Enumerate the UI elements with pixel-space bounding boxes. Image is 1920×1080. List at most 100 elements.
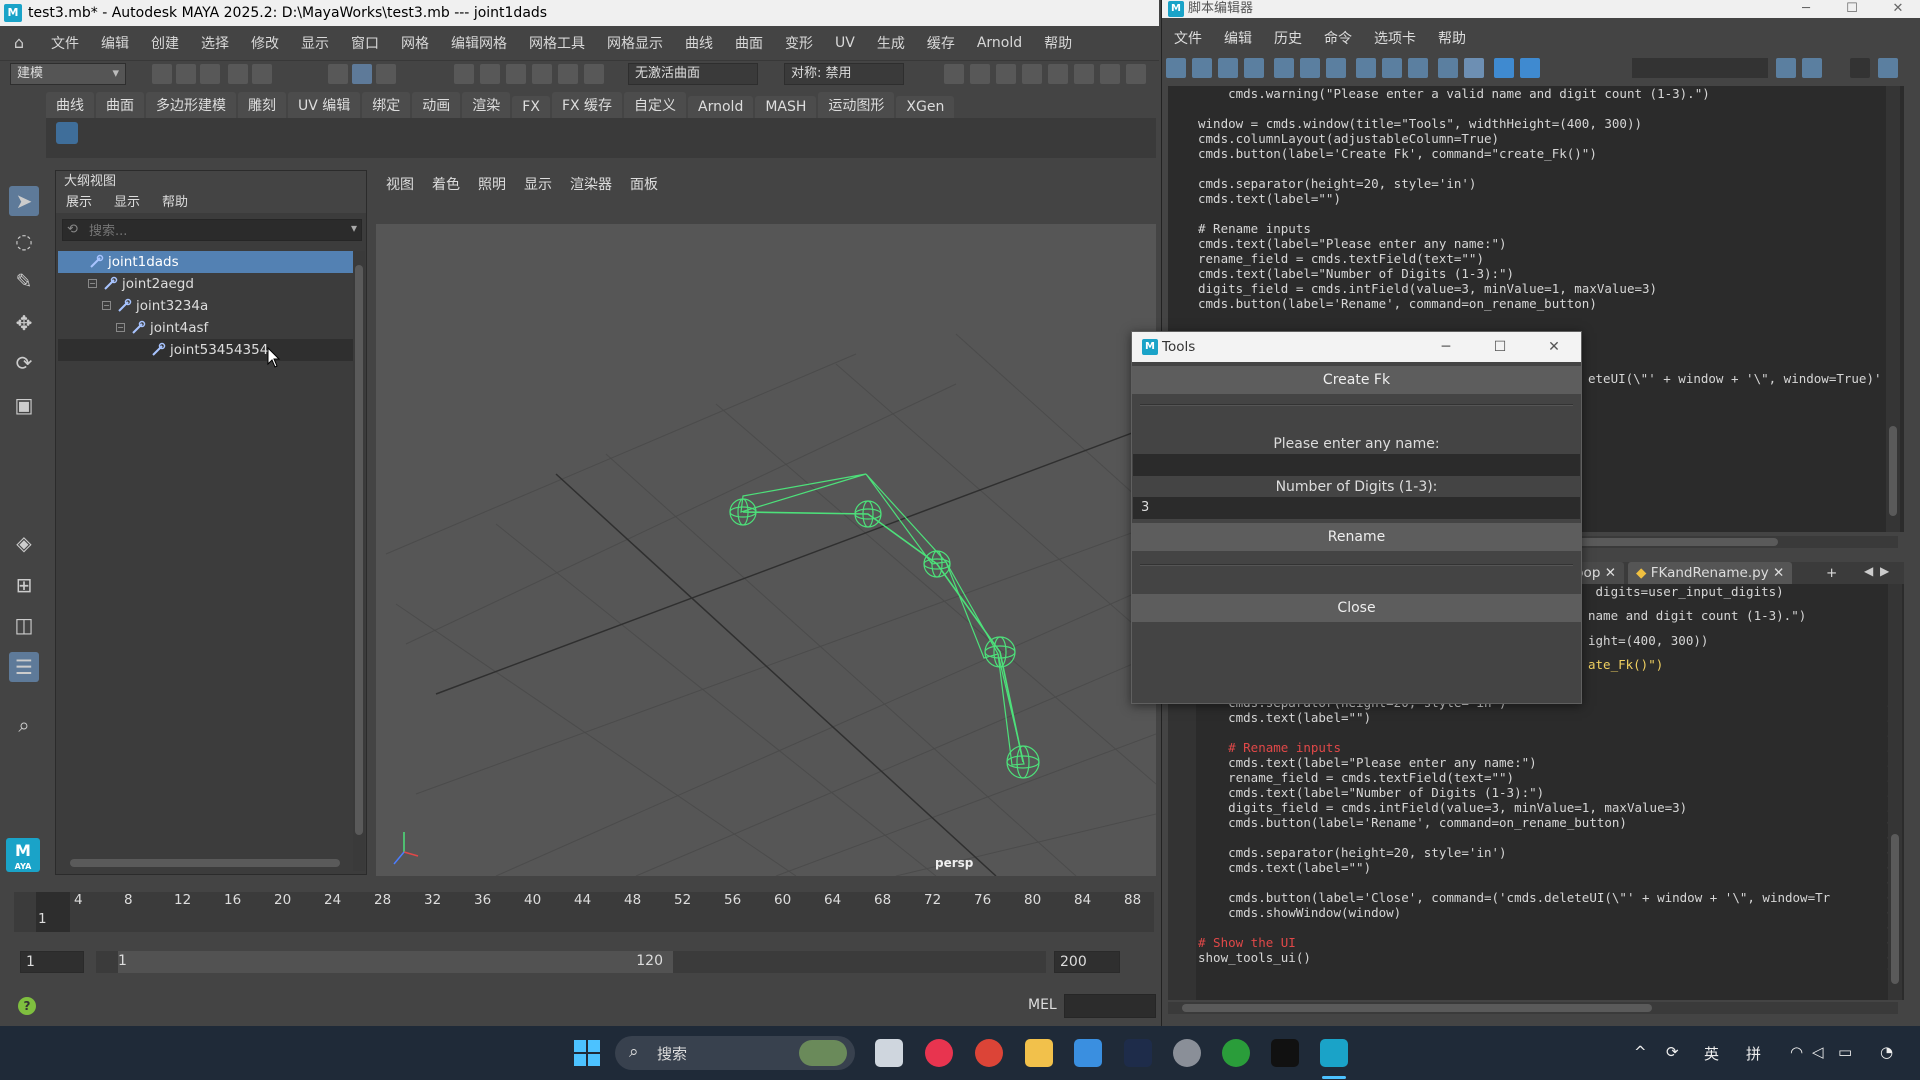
outliner-item-joint3234a[interactable]: − joint3234a (58, 295, 354, 317)
shelf-tab-sculpting[interactable]: 雕刻 (238, 92, 286, 118)
outliner-menu-display[interactable]: 显示 (114, 193, 140, 213)
snap-grid-icon[interactable] (454, 64, 474, 84)
tab-scroll-left-icon[interactable]: ◀ (1864, 564, 1873, 578)
outliner-menu-help[interactable]: 帮助 (162, 193, 188, 213)
light-editor-icon[interactable] (1074, 64, 1094, 84)
clear-input-icon[interactable] (1300, 58, 1320, 78)
search-icon[interactable]: ⌕ (9, 710, 39, 740)
shelf-tab-rendering[interactable]: 渲染 (462, 92, 511, 118)
menu-modify[interactable]: 修改 (251, 33, 279, 53)
settings-icon[interactable] (1878, 58, 1898, 78)
chrome-icon[interactable] (975, 1039, 1003, 1067)
move-tool-icon[interactable]: ✥ (9, 308, 39, 338)
volume-icon[interactable]: ◁ (1812, 1043, 1824, 1061)
minimize-icon[interactable]: ─ (1419, 332, 1473, 362)
range-slider-handle[interactable]: 1 120 (118, 951, 673, 973)
menu-mesh-display[interactable]: 网格显示 (607, 33, 663, 53)
viewport-menu-lighting[interactable]: 照明 (478, 174, 506, 196)
3d-viewport[interactable] (376, 224, 1156, 876)
add-tab-button[interactable]: + (1818, 562, 1845, 584)
search-next-icon[interactable] (1802, 58, 1822, 78)
viewport-menu-panels[interactable]: 面板 (630, 174, 658, 196)
shelf-tab-rigging[interactable]: 绑定 (362, 92, 411, 118)
rename-button[interactable]: Rename (1132, 523, 1581, 551)
wifi-icon[interactable]: ◠ (1790, 1043, 1803, 1061)
snap-view-icon[interactable] (532, 64, 552, 84)
menu-select[interactable]: 选择 (201, 33, 229, 53)
close-tab-icon[interactable]: ✕ (1773, 565, 1784, 581)
chevron-down-icon[interactable]: ▾ (351, 221, 357, 235)
open-script-icon[interactable] (1166, 58, 1186, 78)
collapse-icon[interactable]: − (102, 301, 111, 310)
se-search-field[interactable] (1632, 58, 1768, 78)
search-icon[interactable] (1776, 58, 1796, 78)
shelf-tab-surfaces[interactable]: 曲面 (96, 92, 144, 118)
viewport-menu-view[interactable]: 视图 (386, 174, 414, 196)
input-horizontal-scrollbar[interactable] (1168, 1002, 1898, 1014)
ipr-render-icon[interactable] (970, 64, 990, 84)
se-menu-file[interactable]: 文件 (1174, 28, 1202, 50)
shelf-tab-mash[interactable]: MASH (755, 96, 817, 118)
python-script-icon[interactable] (56, 122, 78, 144)
minimize-icon[interactable]: ─ (1783, 0, 1829, 18)
viewport-menu-renderer[interactable]: 渲染器 (570, 174, 612, 196)
windows-start-icon[interactable] (573, 1039, 601, 1067)
show-both-icon[interactable] (1408, 58, 1428, 78)
show-history-icon[interactable] (1356, 58, 1376, 78)
create-fk-button[interactable]: Create Fk (1132, 366, 1581, 394)
time-slider[interactable]: 1 4 8 12 16 20 24 28 32 36 40 44 48 52 5… (14, 892, 1154, 932)
shelf-tab-poly-modeling[interactable]: 多边形建模 (146, 92, 236, 118)
range-end-field[interactable]: 200 (1054, 951, 1120, 973)
clear-history-icon[interactable] (1274, 58, 1294, 78)
outliner-item-joint4asf[interactable]: − joint4asf (58, 317, 354, 339)
layout-four-icon[interactable]: ⊞ (9, 570, 39, 600)
menu-edit[interactable]: 编辑 (101, 33, 129, 53)
help-line-icon[interactable]: ? (18, 997, 36, 1015)
menu-help[interactable]: 帮助 (1044, 33, 1072, 53)
menu-cache[interactable]: 缓存 (927, 33, 955, 53)
arnold-render-icon[interactable] (1100, 64, 1120, 84)
menu-mesh[interactable]: 网格 (401, 33, 429, 53)
outliner-menu-show[interactable]: 展示 (66, 193, 92, 213)
menu-generate[interactable]: 生成 (877, 33, 905, 53)
toggle-sidebar-icon[interactable] (1126, 64, 1146, 84)
file-explorer-icon[interactable] (1025, 1039, 1053, 1067)
open-scene-icon[interactable] (176, 64, 196, 84)
undo-icon[interactable] (228, 64, 248, 84)
maya-taskbar-icon[interactable] (1320, 1039, 1348, 1067)
menu-edit-mesh[interactable]: 编辑网格 (451, 33, 507, 53)
layout-two-icon[interactable]: ◫ (9, 610, 39, 640)
menu-display[interactable]: 显示 (301, 33, 329, 53)
snap-live-icon[interactable] (584, 64, 604, 84)
settings-icon[interactable] (1173, 1039, 1201, 1067)
shelf-tab-curves[interactable]: 曲线 (46, 92, 94, 118)
refresh-icon[interactable]: ⟲ (67, 222, 78, 237)
new-scene-icon[interactable] (152, 64, 172, 84)
outliner-layout-icon[interactable]: ☰ (9, 652, 39, 682)
microsoft-store-icon[interactable] (1074, 1039, 1102, 1067)
se-menu-edit[interactable]: 编辑 (1224, 28, 1252, 50)
close-icon[interactable]: ✕ (1875, 0, 1920, 18)
source-script-icon[interactable] (1192, 58, 1212, 78)
shelf-tab-fx-caching[interactable]: FX 缓存 (551, 92, 623, 118)
menu-create[interactable]: 创建 (151, 33, 179, 53)
outliner-vertical-scrollbar[interactable] (353, 251, 365, 871)
battery-icon[interactable]: ▭ (1838, 1043, 1852, 1061)
select-component-icon[interactable] (376, 64, 396, 84)
se-menu-command[interactable]: 命令 (1324, 28, 1352, 50)
input-language-label[interactable]: 英 (1704, 1043, 1719, 1064)
snap-point-icon[interactable] (506, 64, 526, 84)
maximize-icon[interactable]: ☐ (1829, 0, 1875, 18)
rename-name-field[interactable] (1133, 454, 1580, 476)
se-menu-history[interactable]: 历史 (1274, 28, 1302, 50)
input-vertical-scrollbar[interactable] (1888, 584, 1902, 1000)
menu-curves[interactable]: 曲线 (685, 33, 713, 53)
close-icon[interactable]: ✕ (1527, 332, 1581, 362)
taskbar-search[interactable]: ⌕ 搜索 (615, 1036, 855, 1070)
execute-icon[interactable] (1520, 58, 1540, 78)
render-view-icon[interactable] (1048, 64, 1068, 84)
rotate-tool-icon[interactable]: ⟳ (9, 348, 39, 378)
shelf-tab-animation[interactable]: 动画 (412, 92, 461, 118)
menu-windows[interactable]: 窗口 (351, 33, 379, 53)
viewport-menu-show[interactable]: 显示 (524, 174, 552, 196)
